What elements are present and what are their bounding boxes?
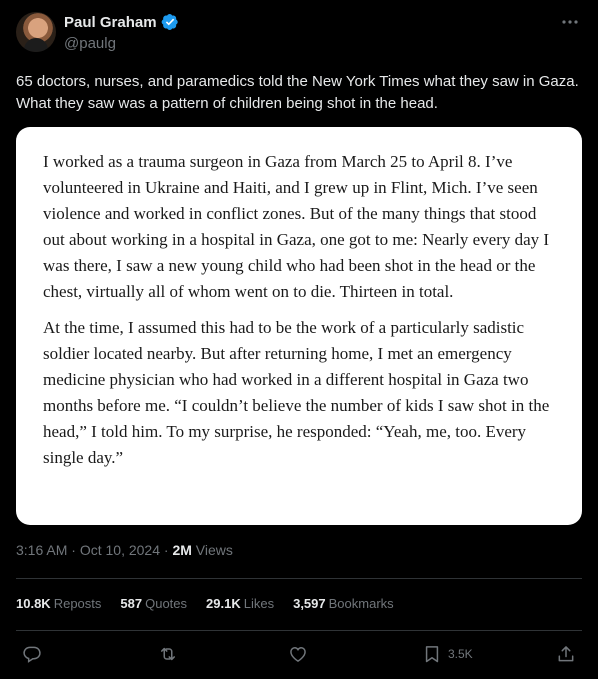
divider (16, 578, 582, 579)
engagement-stats: 10.8K Reposts 587 Quotes 29.1K Likes 3,597 B… (16, 596, 394, 611)
quote-paragraph: I worked as a trauma surgeon in Gaza fro… (43, 152, 550, 301)
views-label: Views (195, 542, 233, 558)
tweet-text: 65 doctors, nurses, and paramedics told … (16, 73, 579, 112)
action-bar: 3.5K (16, 640, 582, 670)
author-name-line: Paul Graham (64, 13, 179, 31)
bookmark-count: 3.5K (448, 647, 473, 661)
share-icon (558, 646, 574, 662)
tweet-date[interactable]: Oct 10, 2024 (80, 542, 160, 558)
stat-bookmarks[interactable]: 3,597 Bookmarks (293, 596, 394, 611)
author-handle[interactable]: @paulg (64, 35, 116, 52)
tweet-meta: 3:16 AM · Oct 10, 2024 · 2M Views (16, 542, 233, 558)
quote-paragraph: At the time, I assumed this had to be th… (43, 318, 550, 467)
share-button[interactable] (556, 644, 576, 664)
tweet-time[interactable]: 3:16 AM (16, 542, 67, 558)
like-button[interactable] (288, 644, 308, 664)
meta-separator: · (160, 542, 173, 558)
stat-likes[interactable]: 29.1K Likes (206, 596, 274, 611)
tweet-header: Paul Graham @paulg (16, 10, 582, 54)
verified-badge-icon[interactable] (161, 13, 179, 31)
bookmark-icon (425, 646, 439, 663)
views-count: 2M (172, 542, 192, 558)
quoted-image-card[interactable]: I worked as a trauma surgeon in Gaza fro… (16, 127, 582, 525)
author-name[interactable]: Paul Graham (64, 14, 157, 31)
divider (16, 630, 582, 631)
bookmark-button[interactable]: 3.5K (422, 644, 473, 664)
reply-icon (23, 646, 41, 663)
avatar[interactable] (16, 12, 56, 52)
repost-icon (161, 647, 175, 661)
stat-reposts[interactable]: 10.8K Reposts (16, 596, 101, 611)
more-icon[interactable] (560, 12, 580, 32)
reply-button[interactable] (22, 644, 42, 664)
meta-separator: · (67, 542, 80, 558)
stat-quotes[interactable]: 587 Quotes (120, 596, 187, 611)
heart-icon (290, 646, 306, 662)
repost-button[interactable] (158, 644, 178, 664)
